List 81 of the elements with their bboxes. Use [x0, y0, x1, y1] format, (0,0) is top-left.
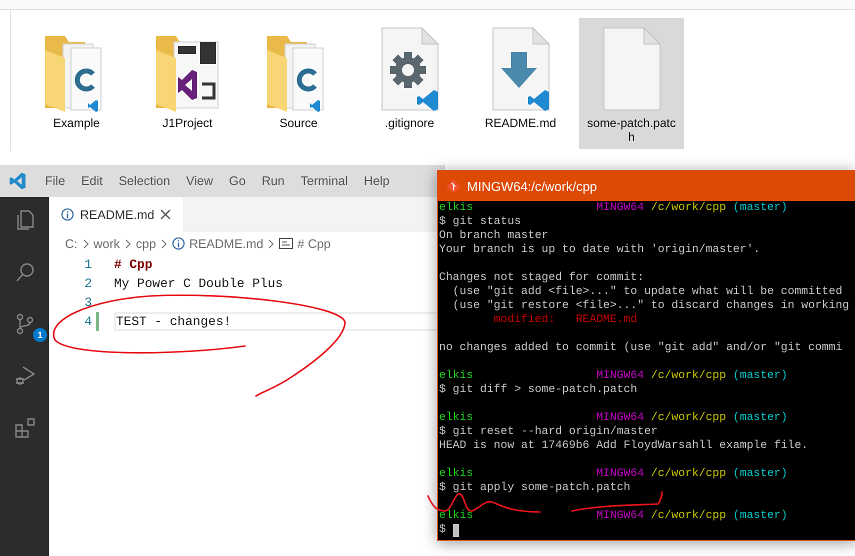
breadcrumb-item[interactable]: work — [94, 236, 120, 250]
prompt-branch: (master) — [732, 467, 788, 481]
menu-item[interactable]: Go — [229, 174, 246, 188]
line-number: 2 — [83, 275, 92, 293]
explorer-item[interactable]: .gitignore — [357, 18, 462, 149]
output-line: On branch master — [439, 229, 548, 243]
git-logo-icon — [446, 178, 461, 194]
file-label: Source — [278, 116, 319, 130]
file-name: README.md — [576, 313, 638, 327]
output-line: (use "git add <file>..." to update what will be committed — [452, 285, 842, 299]
tab-label: README.md — [80, 208, 154, 222]
chevron-icon — [82, 238, 90, 248]
breadcrumb-item[interactable]: README.md — [189, 236, 264, 250]
status-label: modified: — [494, 313, 556, 327]
output-line: no changes added to commit (use "git add" and/or "git commi — [439, 341, 842, 355]
editor-tab[interactable]: README.md — [49, 197, 184, 232]
info-icon — [61, 208, 74, 221]
prompt-user: elkis — [439, 369, 474, 383]
menu-item[interactable]: Help — [364, 174, 390, 188]
info-icon — [172, 237, 186, 250]
menu-item[interactable]: Selection — [118, 174, 170, 188]
menu-item[interactable]: Terminal — [300, 174, 348, 188]
breadcrumb-item[interactable]: # Cpp — [297, 236, 331, 250]
output-line: Your branch is up to date with 'origin/master'. — [439, 243, 760, 257]
code-line: # Cpp — [114, 256, 154, 274]
source-control-icon[interactable] — [14, 312, 34, 336]
prompt-system: MINGW64 — [596, 369, 644, 383]
prompt-path: /c/work/cpp — [650, 201, 726, 215]
output-line: HEAD is now at 17469b6 Add FloydWarsahll example file. — [439, 439, 808, 453]
explorer-item[interactable]: some-patch.patch — [579, 18, 684, 149]
menu-item[interactable]: Run — [262, 174, 285, 188]
prompt-user: elkis — [439, 201, 474, 215]
prompt-branch: (master) — [732, 509, 788, 523]
prompt-user: elkis — [439, 467, 474, 481]
line-number: 4 — [83, 313, 92, 331]
menu-item[interactable]: View — [186, 174, 214, 188]
chevron-icon — [124, 238, 132, 248]
file-label: README.md — [484, 116, 558, 130]
explorer-item[interactable]: Source — [246, 18, 351, 149]
prompt-system: MINGW64 — [596, 509, 644, 523]
command-line: $ git reset --hard origin/master — [439, 425, 658, 439]
prompt-path: /c/work/cpp — [650, 369, 726, 383]
prompt-system: MINGW64 — [596, 411, 644, 425]
close-icon[interactable] — [160, 209, 172, 220]
menu-item[interactable]: Edit — [81, 174, 103, 188]
explorer-item[interactable]: J1Project — [135, 18, 240, 149]
output-line: (use "git restore <file>..." to discard changes in working — [452, 299, 850, 313]
extensions-icon[interactable] — [14, 416, 34, 440]
prompt-system: MINGW64 — [596, 467, 644, 481]
command-line: $ git diff > some-patch.patch — [439, 383, 638, 397]
menu-item[interactable]: File — [45, 174, 66, 188]
editor-logo-icon — [9, 172, 27, 190]
file-label: .gitignore — [384, 116, 436, 130]
line-number: 3 — [83, 294, 92, 312]
breadcrumb-item[interactable]: cpp — [136, 236, 156, 250]
prompt-branch: (master) — [732, 411, 788, 425]
symbol-icon — [279, 238, 294, 249]
command-line: $ — [439, 523, 446, 537]
command-line: $ git apply some-patch.patch — [439, 481, 630, 495]
breadcrumb-item[interactable]: C: — [65, 236, 78, 250]
count-badge: 1 — [33, 328, 47, 342]
window-title: MINGW64:/c/work/cpp — [467, 178, 598, 194]
files-icon[interactable] — [14, 208, 34, 232]
file-label: J1Project — [161, 116, 214, 130]
prompt-system: MINGW64 — [596, 201, 644, 215]
prompt-branch: (master) — [732, 369, 788, 383]
chevron-icon — [267, 238, 276, 248]
command-line: $ git status — [439, 215, 522, 229]
prompt-user: elkis — [439, 509, 474, 523]
chevron-icon — [160, 238, 168, 248]
explorer-item[interactable]: README.md — [468, 18, 573, 149]
prompt-branch: (master) — [732, 201, 788, 215]
explorer-item[interactable]: Example — [24, 18, 129, 149]
prompt-user: elkis — [439, 411, 474, 425]
line-number: 1 — [83, 256, 92, 274]
prompt-path: /c/work/cpp — [650, 467, 726, 481]
prompt-path: /c/work/cpp — [650, 411, 726, 425]
prompt-path: /c/work/cpp — [650, 509, 726, 523]
file-label: Example — [52, 116, 101, 130]
output-line: Changes not staged for commit: — [439, 271, 644, 285]
file-label: some-patch.patch — [586, 116, 677, 144]
